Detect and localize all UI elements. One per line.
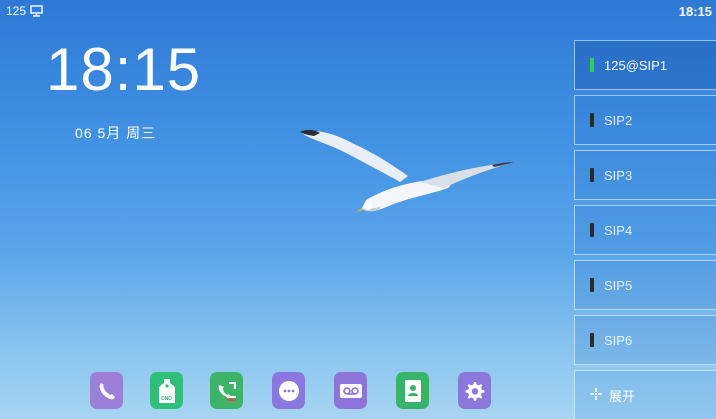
line-key-label: 125@SIP1 xyxy=(604,57,668,73)
expand-label: 展开 xyxy=(609,388,636,404)
phone-icon[interactable] xyxy=(90,372,123,409)
line-status-led xyxy=(590,113,594,127)
idle-screen: 125 18:15 18:15 06 5月 周三 125@SIP1 SIP2 S… xyxy=(0,0,716,419)
line-key-5[interactable]: SIP5 xyxy=(574,260,716,310)
expand-icon xyxy=(589,387,603,404)
status-time: 18:15 xyxy=(678,4,712,19)
call-forward-icon[interactable] xyxy=(210,372,243,409)
status-bar: 125 18:15 xyxy=(0,0,716,24)
directory-icon[interactable] xyxy=(396,372,429,409)
line-status-led xyxy=(590,58,594,72)
dnd-label: DND xyxy=(161,396,172,402)
line-status-led xyxy=(590,223,594,237)
line-key-1[interactable]: 125@SIP1 xyxy=(574,40,716,90)
line-key-label: SIP4 xyxy=(604,222,633,238)
line-status-led xyxy=(590,278,594,292)
expand-button[interactable]: 展开 xyxy=(574,370,716,419)
line-status-led xyxy=(590,333,594,347)
line-key-2[interactable]: SIP2 xyxy=(574,95,716,145)
line-key-label: SIP3 xyxy=(604,167,633,183)
line-key-6[interactable]: SIP6 xyxy=(574,315,716,365)
line-status-led xyxy=(590,168,594,182)
seagull-wallpaper-image xyxy=(296,124,518,225)
line-key-label: SIP2 xyxy=(604,112,633,128)
line-key-3[interactable]: SIP3 xyxy=(574,150,716,200)
line-key-label: SIP6 xyxy=(604,332,633,348)
network-icon xyxy=(30,5,43,17)
dnd-icon[interactable]: DND xyxy=(150,372,183,409)
voicemail-icon[interactable] xyxy=(334,372,367,409)
status-left: 125 xyxy=(6,4,43,18)
line-key-label: SIP5 xyxy=(604,277,633,293)
extension-number: 125 xyxy=(6,4,27,18)
clock-time: 18:15 xyxy=(46,36,202,103)
menu-icon[interactable] xyxy=(272,372,305,409)
line-key-4[interactable]: SIP4 xyxy=(574,205,716,255)
settings-icon[interactable] xyxy=(458,372,491,409)
clock-date: 06 5月 周三 xyxy=(75,125,157,141)
